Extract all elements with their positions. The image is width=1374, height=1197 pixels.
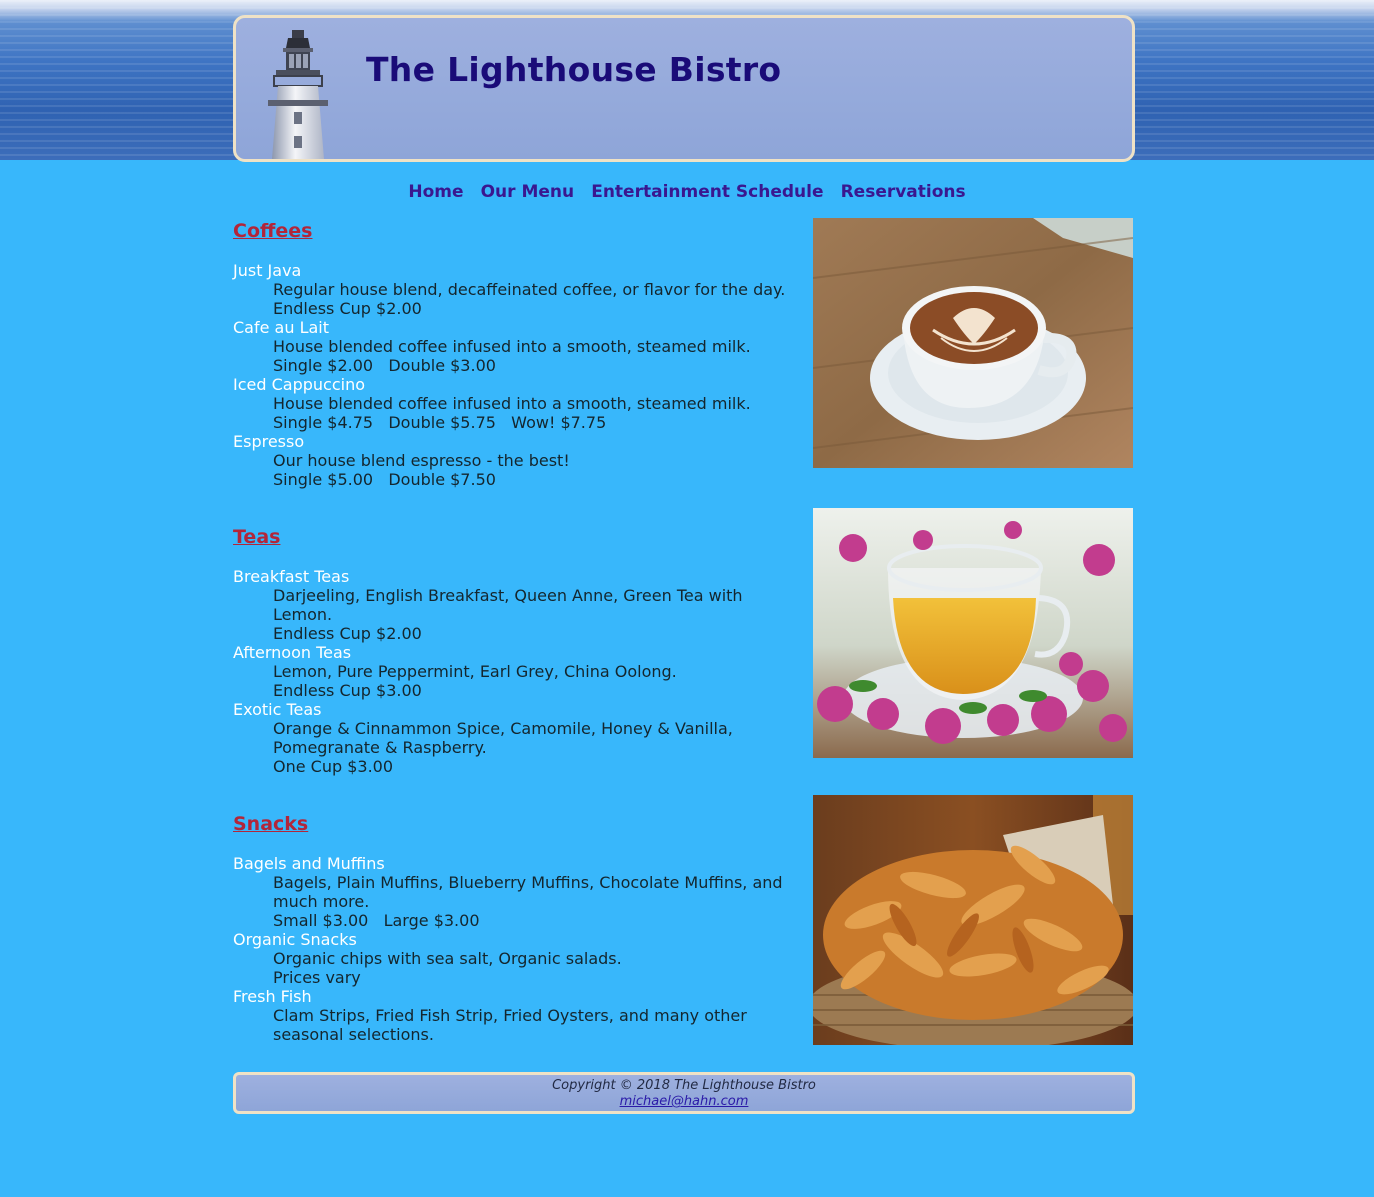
nav-reservations[interactable]: Reservations: [841, 182, 966, 202]
site-footer: Copyright © 2018 The Lighthouse Bistro m…: [233, 1072, 1135, 1114]
menu-items: Bagels and Muffins Bagels, Plain Muffins…: [233, 854, 803, 1044]
menu-item-description: House blended coffee infused into a smoo…: [273, 337, 751, 356]
menu-item-price: Endless Cup $2.00: [273, 299, 422, 318]
main-nav: Home Our Menu Entertainment Schedule Res…: [0, 182, 1374, 202]
menu-item-price: Endless Cup $2.00: [273, 624, 422, 643]
menu-item-name: Espresso: [233, 432, 305, 451]
nav-our-menu[interactable]: Our Menu: [481, 182, 575, 202]
section-heading: Coffees: [233, 220, 313, 242]
menu-item-price: Single $2.00 Double $3.00: [273, 356, 496, 375]
menu-item-price: Endless Cup $3.00: [273, 681, 422, 700]
menu-item-description: Orange & Cinnammon Spice, Camomile, Hone…: [273, 719, 733, 738]
menu-item-name: Fresh Fish: [233, 987, 312, 1006]
snacks-photo: [813, 795, 1133, 1045]
menu-item-price: Single $5.00 Double $7.50: [273, 470, 496, 489]
menu-item-name: Iced Cappuccino: [233, 375, 365, 394]
menu-item-price: Prices vary: [273, 968, 361, 987]
menu-item-description: seasonal selections.: [273, 1025, 434, 1044]
menu-item-name: Afternoon Teas: [233, 643, 352, 662]
menu-item-price: Single $4.75 Double $5.75 Wow! $7.75: [273, 413, 607, 432]
section-heading: Snacks: [233, 813, 309, 835]
menu-item-description: Lemon, Pure Peppermint, Earl Grey, China…: [273, 662, 677, 681]
menu-items: Breakfast Teas Darjeeling, English Break…: [233, 567, 803, 776]
menu-item-description: Lemon.: [273, 605, 333, 624]
menu-item-description: House blended coffee infused into a smoo…: [273, 394, 751, 413]
lighthouse-image: [268, 30, 328, 159]
tea-photo: [813, 508, 1133, 758]
menu-item-name: Exotic Teas: [233, 700, 322, 719]
coffee-photo: [813, 218, 1133, 468]
nav-entertainment-schedule[interactable]: Entertainment Schedule: [591, 182, 823, 202]
menu-item-description: Regular house blend, decaffeinated coffe…: [273, 280, 786, 299]
site-header: The Lighthouse Bistro: [233, 15, 1135, 162]
section-heading: Teas: [233, 526, 281, 548]
menu-item-name: Breakfast Teas: [233, 567, 350, 586]
menu-item-description: Organic chips with sea salt, Organic sal…: [273, 949, 622, 968]
menu-item-name: Just Java: [233, 261, 302, 280]
menu-item-description: Our house blend espresso - the best!: [273, 451, 570, 470]
menu-item-price: One Cup $3.00: [273, 757, 394, 776]
menu-item-name: Cafe au Lait: [233, 318, 330, 337]
site-title: The Lighthouse Bistro: [366, 50, 782, 89]
menu-items: Just Java Regular house blend, decaffein…: [233, 261, 803, 489]
menu-item-description: Darjeeling, English Breakfast, Queen Ann…: [273, 586, 743, 605]
menu-item-description: Pomegranate & Raspberry.: [273, 738, 487, 757]
menu-item-name: Bagels and Muffins: [233, 854, 385, 873]
copyright-text: Copyright © 2018 The Lighthouse Bistro: [552, 1078, 816, 1093]
menu-item-description: Clam Strips, Fried Fish Strip, Fried Oys…: [273, 1006, 747, 1025]
menu-item-name: Organic Snacks: [233, 930, 357, 949]
footer-email-link[interactable]: michael@hahn.com: [620, 1094, 749, 1109]
menu-item-price: Small $3.00 Large $3.00: [273, 911, 480, 930]
menu-item-description: much more.: [273, 892, 370, 911]
nav-home[interactable]: Home: [408, 182, 463, 202]
menu-item-description: Bagels, Plain Muffins, Blueberry Muffins…: [273, 873, 783, 892]
